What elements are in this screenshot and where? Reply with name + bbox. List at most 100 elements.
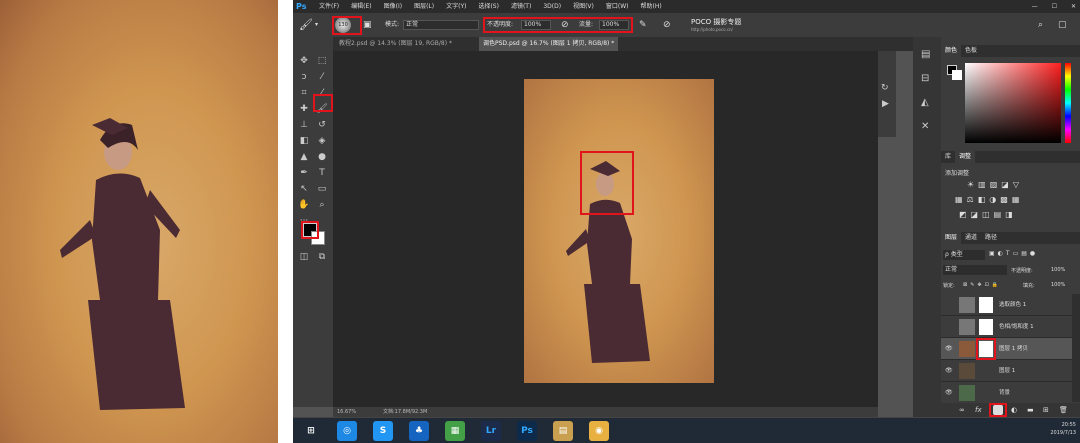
link-layers-icon[interactable]: ∞ <box>959 403 965 417</box>
menu-item[interactable]: 编辑(E) <box>351 0 371 13</box>
adjustment-layer-icon[interactable]: ◐ <box>1011 403 1017 417</box>
menu-item[interactable]: 滤镜(T) <box>511 0 531 13</box>
crop-tool-icon[interactable]: ⌗ <box>297 87 311 99</box>
brush-panel-icon[interactable]: ▣ <box>363 13 372 37</box>
zoom-tool-icon[interactable]: ⌕ <box>315 199 329 211</box>
group-icon[interactable]: ▬ <box>1027 403 1034 417</box>
hand-tool-icon[interactable]: ✋ <box>297 199 311 211</box>
menu-item[interactable]: 图像(I) <box>384 0 402 13</box>
new-layer-icon[interactable]: ⊞ <box>1043 403 1049 417</box>
menu-item[interactable]: 窗口(W) <box>606 0 629 13</box>
menu-item[interactable]: 文字(Y) <box>446 0 466 13</box>
brush-settings-icon[interactable]: ◭ <box>921 97 929 108</box>
eraser-tool-icon[interactable]: ◧ <box>297 135 311 147</box>
tab-document-2[interactable]: 调色PSD.psd @ 16.7% (图层 1 拷贝, RGB/8) * <box>479 37 619 51</box>
tool-app-icon[interactable]: ◉ <box>589 421 609 441</box>
fill-value[interactable]: 100% <box>1051 282 1065 288</box>
baidu-netdisk-icon[interactable]: ♣ <box>409 421 429 441</box>
photoshop-icon[interactable]: Ps <box>517 421 537 441</box>
rectangle-tool-icon[interactable]: ▭ <box>315 183 329 195</box>
brush-tool-icon[interactable]: 🖌 <box>299 13 313 37</box>
color-picker-field[interactable] <box>965 63 1061 143</box>
info-icon[interactable]: ▤ <box>921 49 930 60</box>
quick-select-tool-icon[interactable]: ⁄ <box>315 71 329 83</box>
search-icon[interactable]: ⌕ <box>1038 13 1043 37</box>
app-tiles-icon[interactable]: ▦ <box>445 421 465 441</box>
pressure-size-icon[interactable]: ⊘ <box>663 13 671 37</box>
file-explorer-icon[interactable]: ▤ <box>553 421 573 441</box>
screen-mode-icon[interactable]: ⧉ <box>315 251 329 263</box>
visibility-eye-icon[interactable]: 👁 <box>945 360 953 382</box>
menu-item[interactable]: 选择(S) <box>478 0 499 13</box>
dodge-tool-icon[interactable]: ● <box>315 151 329 163</box>
layer-kind-filter[interactable]: ρ 类型 <box>943 250 985 260</box>
blend-mode-select[interactable]: 正常 <box>943 265 1007 275</box>
menu-item[interactable]: 图层(L) <box>414 0 434 13</box>
lasso-tool-icon[interactable]: ↄ <box>297 71 311 83</box>
mode-select[interactable]: 正常 <box>403 20 479 30</box>
lightroom-icon[interactable]: Lr <box>481 421 501 441</box>
history-icon[interactable]: ↻ <box>881 83 889 93</box>
maximize-icon[interactable]: ☐ <box>1052 0 1057 13</box>
layers-scrollbar[interactable] <box>1072 294 1080 402</box>
chevron-down-icon[interactable]: ▾ <box>315 13 318 37</box>
workspace-icon[interactable]: ▢ <box>1058 13 1067 37</box>
marquee-tool-icon[interactable]: ⬚ <box>315 55 329 67</box>
start-icon[interactable]: ⊞ <box>301 421 321 441</box>
tab-layers[interactable]: 图层 <box>941 232 962 244</box>
hue-slider[interactable] <box>1065 63 1071 143</box>
delete-layer-icon[interactable]: 🗑 <box>1059 403 1068 417</box>
properties-icon[interactable]: ⊟ <box>921 73 929 84</box>
adjust-icons-row-3[interactable]: ◩◪◫▤◨ <box>959 210 1017 219</box>
menu-item[interactable]: 视图(V) <box>573 0 594 13</box>
bg-color-mini[interactable] <box>952 70 962 80</box>
tab-channels[interactable]: 通道 <box>961 232 981 244</box>
fx-icon[interactable]: fx <box>975 403 982 417</box>
zoom-level[interactable]: 16.67% <box>337 407 356 417</box>
stamp-tool-icon[interactable]: ⊥ <box>297 119 311 131</box>
sogou-icon[interactable]: S <box>373 421 393 441</box>
tab-document-1[interactable]: 教程2.psd @ 14.3% (图层 19, RGB/8) * <box>335 37 456 51</box>
clock-time[interactable]: 20:55 <box>1050 421 1076 429</box>
layer-row[interactable]: 👁 图层 1 <box>941 360 1072 382</box>
move-tool-icon[interactable]: ✥ <box>297 55 311 67</box>
tab-libraries[interactable]: 库 <box>941 151 955 163</box>
tab-paths[interactable]: 路径 <box>981 232 1001 244</box>
menu-item[interactable]: 文件(F) <box>319 0 339 13</box>
layer-row[interactable]: 👁 图层 1 拷贝 <box>941 338 1072 360</box>
lock-icons[interactable]: ⊠✎✥⊡🔒 <box>963 282 1001 288</box>
layer-mask-thumbnail[interactable] <box>979 297 993 313</box>
layer-row[interactable]: 选取颜色 1 <box>941 294 1072 316</box>
canvas-area[interactable] <box>333 51 878 407</box>
path-select-icon[interactable]: ↖ <box>297 183 311 195</box>
menu-item[interactable]: 3D(D) <box>543 0 561 13</box>
layer-mask-thumbnail[interactable] <box>979 319 993 335</box>
adjust-icons-row-2[interactable]: ▦⚖◧◑▩▦ <box>955 195 1023 204</box>
paint-bucket-icon[interactable]: ◈ <box>315 135 329 147</box>
minimize-icon[interactable]: — <box>1032 0 1038 13</box>
tab-color[interactable]: 颜色 <box>941 45 962 57</box>
adjust-icons-row-1[interactable]: ☀▥▨◪▽ <box>967 180 1023 189</box>
document-canvas[interactable] <box>524 79 714 383</box>
pen-tool-icon[interactable]: ✒ <box>297 167 311 179</box>
layer-opacity-value[interactable]: 100% <box>1051 267 1065 273</box>
quick-mask-icon[interactable]: ◫ <box>297 251 311 263</box>
type-tool-icon[interactable]: T <box>315 167 329 179</box>
airbrush-icon[interactable]: ✎ <box>639 13 647 37</box>
layer-filter-icons[interactable]: ▣◐T▭▤● <box>989 250 1038 257</box>
visibility-eye-icon[interactable]: 👁 <box>945 382 953 404</box>
browser-icon[interactable]: ◎ <box>337 421 357 441</box>
layer-row[interactable]: 色相/饱和度 1 <box>941 316 1072 338</box>
history-brush-icon[interactable]: ↺ <box>315 119 329 131</box>
play-icon[interactable]: ▶ <box>882 99 889 109</box>
tools-icon[interactable]: ✕ <box>921 121 929 132</box>
layer-row[interactable]: 👁 背景 <box>941 382 1072 404</box>
tab-swatches[interactable]: 色板 <box>961 45 981 57</box>
clock-date[interactable]: 2019/7/13 <box>1050 429 1076 437</box>
menu-item[interactable]: 帮助(H) <box>641 0 662 13</box>
close-icon[interactable]: ✕ <box>1071 0 1076 13</box>
visibility-eye-icon[interactable]: 👁 <box>945 338 953 360</box>
blur-tool-icon[interactable]: ▲ <box>297 151 311 163</box>
healing-tool-icon[interactable]: ✚ <box>297 103 311 115</box>
tab-adjustments[interactable]: 调整 <box>955 151 976 163</box>
